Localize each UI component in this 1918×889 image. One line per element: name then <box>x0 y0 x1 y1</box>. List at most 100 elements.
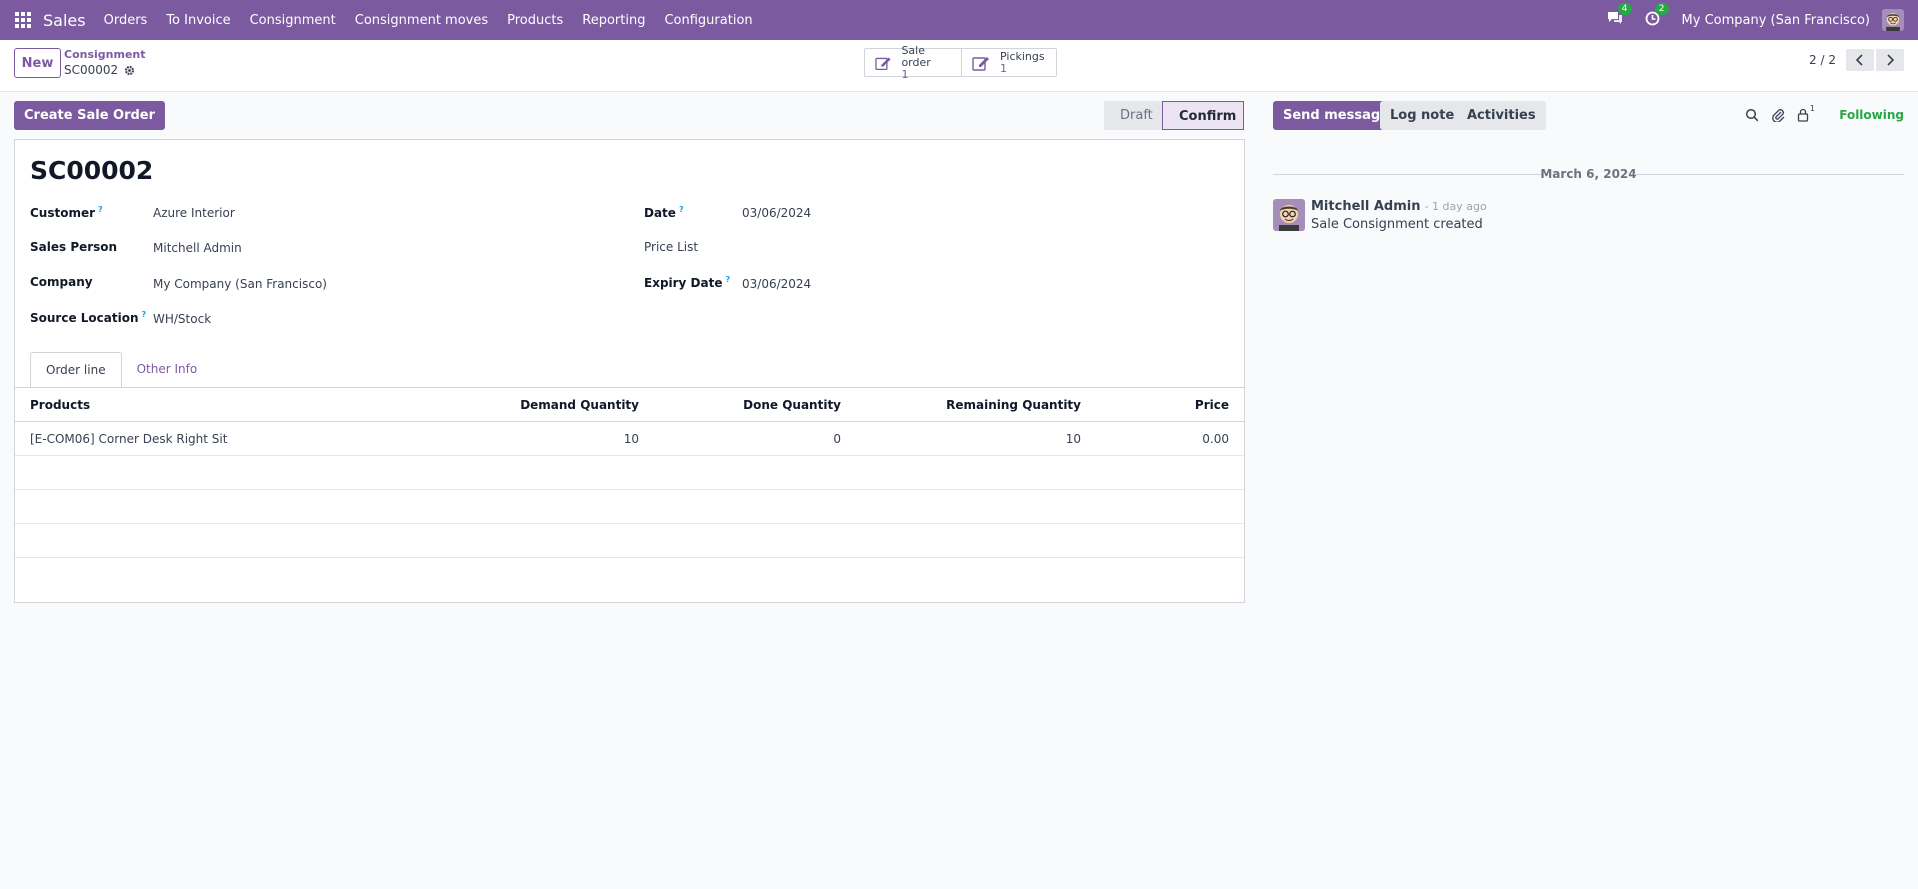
edit-icon <box>875 57 891 70</box>
message-date: - 1 day ago <box>1424 200 1487 213</box>
apps-grid-icon[interactable] <box>15 12 31 28</box>
company-field[interactable]: My Company (San Francisco) <box>153 277 327 291</box>
control-panel: New Consignment SC00002 Sale order 1 Pic… <box>0 40 1918 92</box>
message-author[interactable]: Mitchell Admin <box>1311 199 1420 214</box>
menu-consignment-moves[interactable]: Consignment moves <box>355 13 488 28</box>
following-button[interactable]: Following <box>1839 108 1904 122</box>
status-draft[interactable]: Draft <box>1104 101 1162 130</box>
price-list-field[interactable] <box>742 241 1042 257</box>
help-tooltip-icon[interactable]: ? <box>98 205 103 214</box>
source-location-label: Source Location? <box>30 310 147 325</box>
company-label: Company <box>30 275 93 289</box>
sale-order-label: Sale order <box>901 43 931 69</box>
edit-icon <box>972 56 989 71</box>
table-header: Products Demand Quantity Done Quantity R… <box>15 388 1244 422</box>
pager-value[interactable]: 2 / 2 <box>1809 53 1836 67</box>
pager-previous-button[interactable] <box>1846 49 1874 71</box>
menu-reporting[interactable]: Reporting <box>582 13 645 28</box>
sale-order-count: 1 <box>901 67 909 81</box>
message-content: Mitchell Admin - 1 day ago Sale Consignm… <box>1311 199 1487 232</box>
chatter-message: Mitchell Admin - 1 day ago Sale Consignm… <box>1273 199 1487 232</box>
pickings-count: 1 <box>1000 61 1007 75</box>
empty-row <box>15 524 1244 558</box>
pager: 2 / 2 <box>1809 49 1904 71</box>
pager-next-button[interactable] <box>1876 49 1904 71</box>
search-messages-button[interactable] <box>1745 108 1759 126</box>
menu-consignment[interactable]: Consignment <box>250 13 336 28</box>
create-sale-order-button[interactable]: Create Sale Order <box>14 101 166 130</box>
breadcrumb-parent[interactable]: Consignment <box>64 48 146 62</box>
price-list-label: Price List <box>644 240 699 254</box>
author-avatar-icon <box>1273 199 1305 231</box>
chatter-topbar-icons: 1 <box>1745 104 1821 126</box>
cell-product: [E-COM06] Corner Desk Right Sit <box>30 432 228 446</box>
app-brand[interactable]: Sales <box>43 11 86 30</box>
activities-button[interactable]: Activities <box>1457 101 1546 130</box>
followers-button[interactable]: 1 <box>1797 104 1815 126</box>
expiry-date-label: Expiry Date? <box>644 275 731 290</box>
tab-order-line[interactable]: Order line <box>30 352 122 388</box>
date-label: Date? <box>644 205 684 220</box>
column-demand-quantity[interactable]: Demand Quantity <box>520 388 639 422</box>
pickings-label: Pickings <box>1000 49 1045 63</box>
pickings-smart-button[interactable]: Pickings 1 <box>962 49 1056 76</box>
sale-order-smart-button[interactable]: Sale order 1 <box>865 44 962 80</box>
order-line-table: Products Demand Quantity Done Quantity R… <box>15 388 1244 592</box>
log-note-button[interactable]: Log note <box>1380 101 1465 130</box>
lock-icon <box>1797 108 1809 122</box>
empty-row <box>15 490 1244 524</box>
main-menu: Orders To Invoice Consignment Consignmen… <box>104 13 772 28</box>
help-tooltip-icon[interactable]: ? <box>726 275 731 284</box>
chevron-right-icon <box>1887 54 1894 66</box>
source-location-field[interactable]: WH/Stock <box>153 312 211 326</box>
paperclip-icon <box>1772 109 1785 123</box>
separator-line-right <box>1634 174 1904 175</box>
empty-row <box>15 456 1244 490</box>
breadcrumb: Consignment SC00002 <box>64 48 146 78</box>
cell-demand-quantity: 10 <box>623 432 639 446</box>
menu-to-invoice[interactable]: To Invoice <box>166 13 230 28</box>
menu-products[interactable]: Products <box>507 13 563 28</box>
help-tooltip-icon[interactable]: ? <box>142 310 147 319</box>
column-price[interactable]: Price <box>1195 388 1229 422</box>
column-done-quantity[interactable]: Done Quantity <box>743 388 841 422</box>
sales-person-label: Sales Person <box>30 240 118 254</box>
messaging-menu[interactable]: 4 <box>1607 3 1632 29</box>
user-avatar[interactable] <box>1882 9 1904 31</box>
form-sheet: SC00002 Customer? Azure Interior Sales P… <box>14 139 1245 603</box>
sales-person-field[interactable]: Mitchell Admin <box>153 241 242 255</box>
messages-badge: 4 <box>1617 3 1632 15</box>
menu-configuration[interactable]: Configuration <box>664 13 752 28</box>
table-row[interactable]: [E-COM06] Corner Desk Right Sit 10 0 10 … <box>15 422 1244 456</box>
attachments-button[interactable] <box>1771 108 1785 126</box>
new-button[interactable]: New <box>14 48 61 78</box>
help-tooltip-icon[interactable]: ? <box>679 205 684 214</box>
record-title: SC00002 <box>30 156 154 185</box>
cell-price: 0.00 <box>1202 432 1229 446</box>
company-switcher[interactable]: My Company (San Francisco) <box>1682 13 1870 28</box>
author-avatar[interactable] <box>1273 199 1305 231</box>
user-avatar-icon <box>1882 9 1904 31</box>
date-field[interactable]: 03/06/2024 <box>742 206 811 220</box>
customer-field[interactable]: Azure Interior <box>153 206 235 220</box>
tab-other-info[interactable]: Other Info <box>122 352 213 388</box>
breadcrumb-current: SC00002 <box>64 63 119 77</box>
customer-label: Customer? <box>30 205 103 220</box>
empty-row <box>15 558 1244 592</box>
navbar-systray: 4 2 My Company (San Francisco) <box>1607 0 1904 40</box>
statusbar: Draft Confirm <box>1104 101 1244 130</box>
status-confirm[interactable]: Confirm <box>1162 101 1244 130</box>
cell-done-quantity: 0 <box>833 432 841 446</box>
activity-menu[interactable]: 2 <box>1645 2 1669 30</box>
column-remaining-quantity[interactable]: Remaining Quantity <box>946 388 1081 422</box>
chevron-left-icon <box>1856 54 1863 66</box>
activities-badge: 2 <box>1654 2 1669 15</box>
expiry-date-field[interactable]: 03/06/2024 <box>742 277 811 291</box>
date-separator: March 6, 2024 <box>1273 166 1904 182</box>
gear-icon[interactable] <box>124 65 135 76</box>
column-products[interactable]: Products <box>30 388 90 422</box>
notebook-tabs: Order line Other Info <box>30 352 212 388</box>
followers-count: 1 <box>1809 104 1815 113</box>
menu-orders[interactable]: Orders <box>104 13 148 28</box>
top-navbar: Sales Orders To Invoice Consignment Cons… <box>0 0 1918 40</box>
